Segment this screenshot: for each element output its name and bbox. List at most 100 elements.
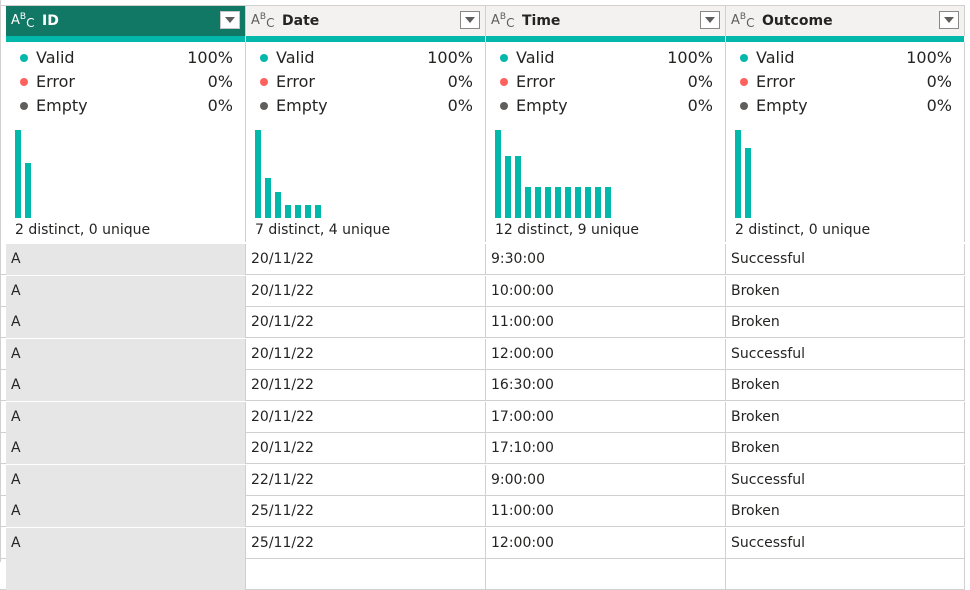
histogram-bar[interactable] <box>305 205 311 218</box>
column-header-date[interactable]: ABC Date <box>246 6 486 36</box>
histogram-bar[interactable] <box>495 130 501 218</box>
cell-time[interactable]: 12:00:00 <box>486 339 726 370</box>
table-row[interactable]: A 20/11/22 9:30:00 Successful <box>0 244 965 275</box>
cell-date[interactable]: 22/11/22 <box>246 465 486 496</box>
cell-time[interactable]: 11:00:00 <box>486 496 726 527</box>
table-row[interactable]: A 20/11/22 17:10:00 Broken <box>0 433 965 464</box>
quality-stat-error[interactable]: Error 0% <box>498 72 713 92</box>
cell-time[interactable] <box>486 559 726 590</box>
table-row[interactable]: A 22/11/22 9:00:00 Successful <box>0 465 965 496</box>
value-distribution-histogram[interactable] <box>15 128 235 218</box>
histogram-bar[interactable] <box>505 156 511 218</box>
cell-date[interactable]: 20/11/22 <box>246 244 486 275</box>
quality-stat-error[interactable]: Error 0% <box>18 72 233 92</box>
histogram-bar[interactable] <box>735 130 741 218</box>
cell-time[interactable]: 17:00:00 <box>486 402 726 433</box>
histogram-bar[interactable] <box>555 187 561 218</box>
histogram-bar[interactable] <box>515 156 521 218</box>
value-distribution-histogram[interactable] <box>255 128 475 218</box>
table-row[interactable]: A 25/11/22 11:00:00 Broken <box>0 496 965 527</box>
cell-id[interactable]: A <box>6 370 246 401</box>
cell-outcome[interactable]: Broken <box>726 496 965 527</box>
cell-outcome[interactable]: Successful <box>726 528 965 559</box>
quality-stat-valid[interactable]: Valid 100% <box>18 48 233 68</box>
cell-time[interactable]: 12:00:00 <box>486 528 726 559</box>
quality-stat-empty[interactable]: Empty 0% <box>18 96 233 116</box>
value-distribution-histogram[interactable] <box>495 128 715 218</box>
histogram-bar[interactable] <box>745 148 751 218</box>
histogram-bar[interactable] <box>535 187 541 218</box>
cell-id[interactable]: A <box>6 307 246 338</box>
cell-id[interactable]: A <box>6 402 246 433</box>
column-filter-dropdown-button[interactable] <box>460 11 480 29</box>
quality-stat-valid[interactable]: Valid 100% <box>738 48 952 68</box>
histogram-bar[interactable] <box>285 205 291 218</box>
value-distribution-histogram[interactable] <box>735 128 955 218</box>
column-header-id[interactable]: ABC ID <box>6 6 246 36</box>
cell-id[interactable]: A <box>6 276 246 307</box>
column-header-outcome[interactable]: ABC Outcome <box>726 6 965 36</box>
histogram-bar[interactable] <box>565 187 571 218</box>
cell-date[interactable]: 25/11/22 <box>246 496 486 527</box>
cell-date[interactable] <box>246 559 486 590</box>
text-type-icon[interactable]: ABC <box>731 12 754 30</box>
cell-outcome[interactable]: Successful <box>726 339 965 370</box>
table-row[interactable]: A 20/11/22 16:30:00 Broken <box>0 370 965 401</box>
histogram-bar[interactable] <box>585 187 591 218</box>
cell-date[interactable]: 20/11/22 <box>246 433 486 464</box>
quality-stat-empty[interactable]: Empty 0% <box>498 96 713 116</box>
cell-time[interactable]: 11:00:00 <box>486 307 726 338</box>
cell-id[interactable]: A <box>6 496 246 527</box>
table-row[interactable]: A 20/11/22 17:00:00 Broken <box>0 402 965 433</box>
histogram-bar[interactable] <box>275 192 281 218</box>
quality-stat-empty[interactable]: Empty 0% <box>258 96 473 116</box>
cell-time[interactable]: 16:30:00 <box>486 370 726 401</box>
cell-outcome[interactable]: Broken <box>726 402 965 433</box>
histogram-bar[interactable] <box>525 187 531 218</box>
histogram-bar[interactable] <box>25 163 31 218</box>
cell-date[interactable]: 20/11/22 <box>246 370 486 401</box>
histogram-bar[interactable] <box>15 130 21 218</box>
quality-stat-error[interactable]: Error 0% <box>258 72 473 92</box>
histogram-bar[interactable] <box>545 187 551 218</box>
table-row[interactable]: A 25/11/22 12:00:00 Successful <box>0 528 965 559</box>
column-header-time[interactable]: ABC Time <box>486 6 726 36</box>
text-type-icon[interactable]: ABC <box>491 12 514 30</box>
cell-date[interactable]: 20/11/22 <box>246 276 486 307</box>
column-filter-dropdown-button[interactable] <box>220 11 240 29</box>
cell-outcome[interactable]: Broken <box>726 433 965 464</box>
quality-stat-valid[interactable]: Valid 100% <box>498 48 713 68</box>
cell-date[interactable]: 25/11/22 <box>246 528 486 559</box>
quality-stat-error[interactable]: Error 0% <box>738 72 952 92</box>
histogram-bar[interactable] <box>595 187 601 218</box>
cell-date[interactable]: 20/11/22 <box>246 339 486 370</box>
column-filter-dropdown-button[interactable] <box>700 11 720 29</box>
text-type-icon[interactable]: ABC <box>11 12 34 30</box>
cell-outcome[interactable]: Successful <box>726 244 965 275</box>
histogram-bar[interactable] <box>315 205 321 218</box>
cell-time[interactable]: 10:00:00 <box>486 276 726 307</box>
text-type-icon[interactable]: ABC <box>251 12 274 30</box>
histogram-bar[interactable] <box>295 205 301 218</box>
cell-id[interactable]: A <box>6 528 246 559</box>
histogram-bar[interactable] <box>265 178 271 218</box>
cell-id[interactable] <box>6 559 246 590</box>
cell-outcome[interactable]: Broken <box>726 276 965 307</box>
cell-outcome[interactable]: Successful <box>726 465 965 496</box>
cell-id[interactable]: A <box>6 465 246 496</box>
cell-time[interactable]: 9:30:00 <box>486 244 726 275</box>
cell-date[interactable]: 20/11/22 <box>246 307 486 338</box>
cell-id[interactable]: A <box>6 244 246 275</box>
table-row[interactable] <box>0 559 965 590</box>
cell-id[interactable]: A <box>6 339 246 370</box>
cell-time[interactable]: 17:10:00 <box>486 433 726 464</box>
cell-time[interactable]: 9:00:00 <box>486 465 726 496</box>
quality-stat-empty[interactable]: Empty 0% <box>738 96 952 116</box>
cell-outcome[interactable] <box>726 559 965 590</box>
histogram-bar[interactable] <box>605 187 611 218</box>
cell-id[interactable]: A <box>6 433 246 464</box>
cell-outcome[interactable]: Broken <box>726 370 965 401</box>
cell-date[interactable]: 20/11/22 <box>246 402 486 433</box>
histogram-bar[interactable] <box>575 187 581 218</box>
cell-outcome[interactable]: Broken <box>726 307 965 338</box>
